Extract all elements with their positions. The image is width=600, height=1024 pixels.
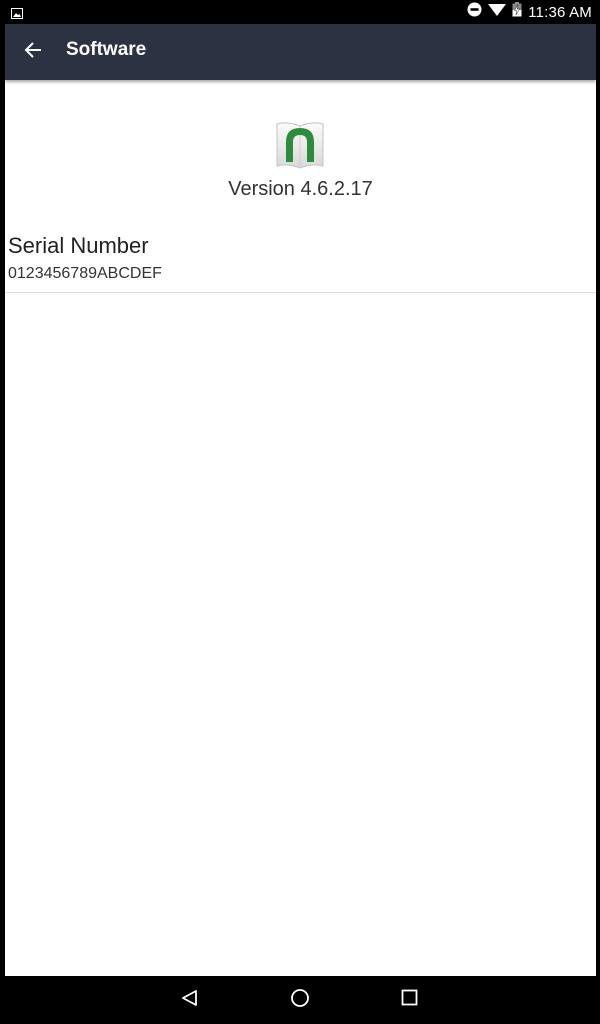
version-text: Version 4.6.2.17 — [228, 178, 373, 200]
status-time: 11:36 AM — [528, 3, 592, 21]
serial-number-label: Serial Number — [8, 233, 149, 258]
back-button[interactable] — [17, 36, 49, 68]
nav-back-button[interactable] — [176, 986, 204, 1014]
gallery-icon — [11, 6, 23, 19]
content-area: Version 4.6.2.17 Serial Number 012345678… — [5, 80, 596, 976]
screen: 11:36 AM Software Version 4.6.2.17 Seria… — [0, 0, 600, 1024]
nav-home-icon — [290, 988, 310, 1013]
status-bar: 11:36 AM — [0, 0, 600, 24]
nav-recents-button[interactable] — [395, 986, 423, 1014]
wifi-icon — [488, 3, 507, 22]
serial-number-item: Serial Number 0123456789ABCDEF — [5, 230, 596, 293]
nook-app-logo-icon — [275, 120, 325, 170]
battery-charging-icon — [512, 2, 522, 22]
arrow-back-icon — [24, 41, 42, 63]
nav-home-button[interactable] — [286, 986, 314, 1014]
nav-back-icon — [181, 989, 199, 1012]
serial-number-value: 0123456789ABCDEF — [8, 265, 162, 282]
navigation-bar — [0, 976, 600, 1024]
page-title: Software — [66, 39, 147, 60]
status-icons: 11:36 AM — [467, 0, 592, 24]
do-not-disturb-icon — [467, 2, 482, 22]
nav-recents-icon — [401, 989, 418, 1011]
app-bar: Software — [5, 24, 596, 80]
